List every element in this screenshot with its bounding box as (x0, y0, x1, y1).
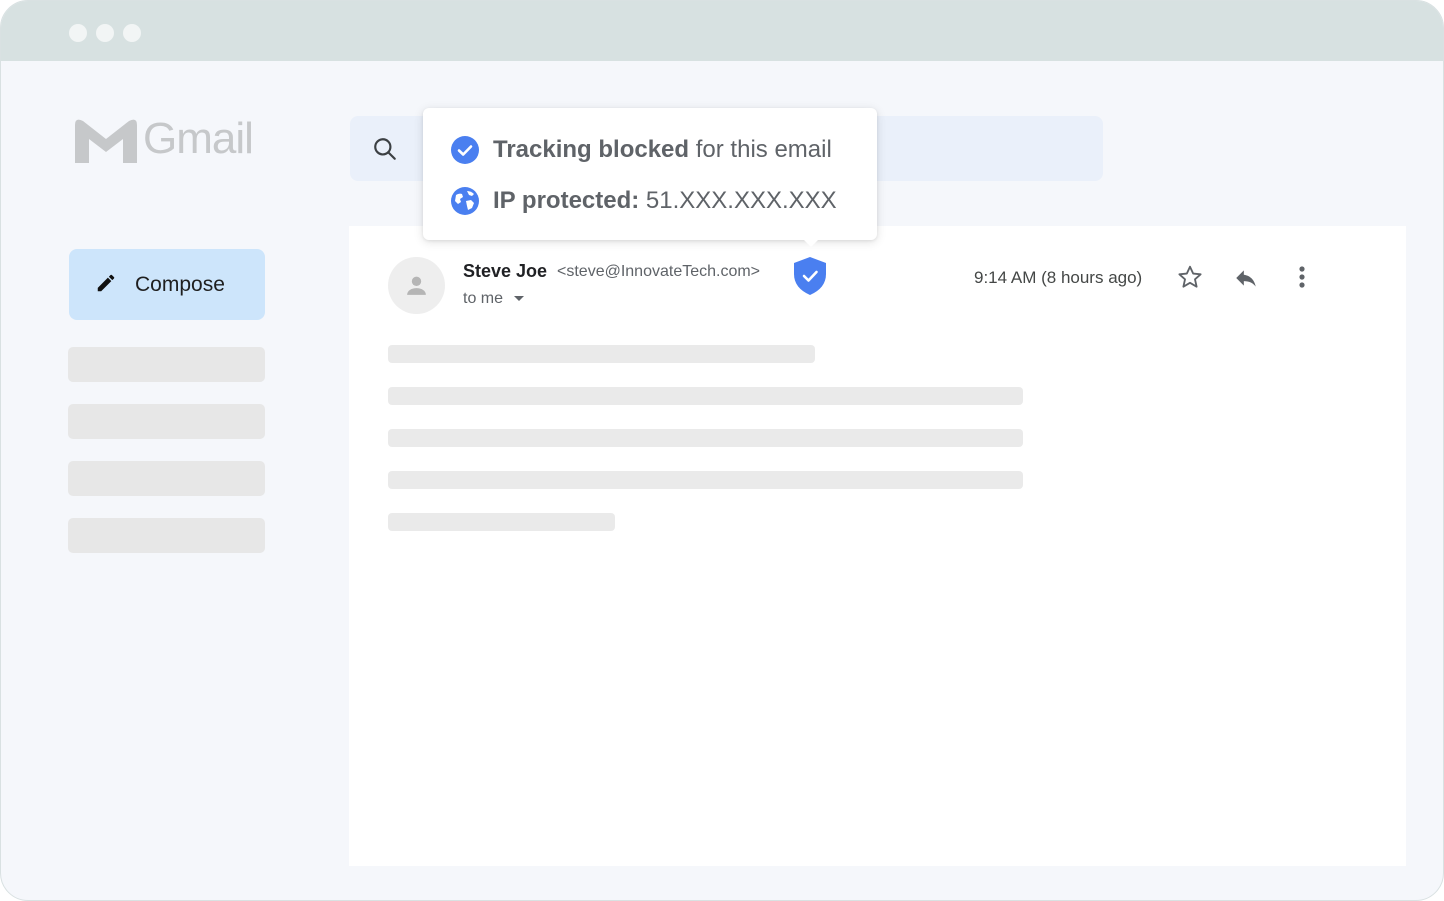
search-icon[interactable] (372, 136, 398, 162)
chevron-down-icon[interactable] (514, 296, 524, 301)
ip-address-value: 51.XXX.XXX.XXX (639, 187, 837, 214)
email-body-placeholder-line (388, 387, 1023, 405)
email-body-placeholder-line (388, 429, 1023, 447)
window-minimize-button[interactable] (96, 24, 114, 42)
sender-email: <steve@InnovateTech.com> (557, 263, 761, 280)
avatar[interactable] (388, 257, 445, 314)
compose-label: Compose (135, 273, 225, 296)
window-close-button[interactable] (69, 24, 87, 42)
email-body-placeholder-line (388, 345, 815, 363)
tracking-status-bold: Tracking blocked (493, 136, 690, 163)
email-body-placeholder-line (388, 471, 1023, 489)
person-icon (407, 276, 426, 295)
tracking-status-rest: for this email (689, 136, 832, 163)
pencil-icon (97, 274, 115, 292)
check-circle-icon (451, 136, 479, 164)
gmail-wordmark: Gmail (143, 114, 254, 163)
window-maximize-button[interactable] (123, 24, 141, 42)
gmail-m-icon (75, 119, 137, 163)
globe-icon (451, 187, 479, 215)
popup-pointer (802, 238, 820, 247)
star-icon[interactable] (1177, 264, 1203, 290)
relative-time: (8 hours ago) (1041, 268, 1143, 287)
email-pane (349, 226, 1406, 866)
privacy-popup: Tracking blocked for this email IP prote… (423, 108, 877, 247)
recipient-details[interactable]: to me (463, 290, 503, 308)
time-value: 9:14 AM (974, 268, 1037, 287)
shield-check-icon[interactable] (793, 256, 827, 296)
sidebar-placeholder-item (68, 347, 265, 382)
sidebar-placeholder-item (68, 518, 265, 553)
sidebar-placeholder-item (68, 404, 265, 439)
more-vert-icon[interactable] (1292, 265, 1312, 291)
email-body-placeholder-line (388, 513, 615, 531)
gmail-logo[interactable]: Gmail (75, 114, 265, 165)
email-timestamp: 9:14 AM (8 hours ago) (974, 268, 1142, 288)
sidebar-placeholder-item (68, 461, 265, 496)
sender-name: Steve Joe (463, 261, 548, 281)
ip-status-bold: IP protected: (493, 187, 640, 214)
title-bar (1, 1, 1443, 61)
reply-icon[interactable] (1232, 265, 1260, 291)
